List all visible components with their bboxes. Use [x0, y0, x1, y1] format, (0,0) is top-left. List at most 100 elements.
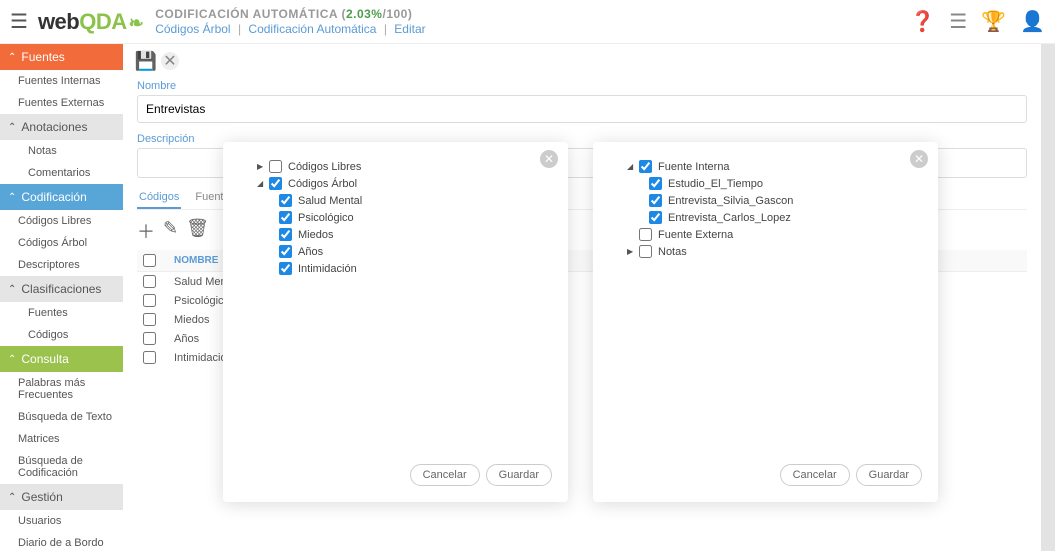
tree-checkbox[interactable] — [279, 194, 292, 207]
close-icon[interactable]: ✕ — [540, 150, 558, 168]
tree-checkbox[interactable] — [279, 262, 292, 275]
chevron-up-icon: ⌃ — [8, 284, 16, 295]
popup-footer: Cancelar Guardar — [609, 464, 922, 486]
sidebar-item-fuentes-internas[interactable]: Fuentes Internas — [0, 70, 123, 92]
tree-node-notas[interactable]: ▶Notas — [609, 243, 922, 260]
logo[interactable]: webQDA❧ — [38, 9, 143, 35]
sidebar-header-fuentes[interactable]: ⌃Fuentes — [0, 44, 123, 70]
tree-checkbox[interactable] — [279, 245, 292, 258]
sidebar-item-fuentes-externas[interactable]: Fuentes Externas — [0, 92, 123, 114]
tree-node-estudio[interactable]: Estudio_El_Tiempo — [609, 175, 922, 192]
sidebar-header-consulta[interactable]: ⌃Consulta — [0, 346, 123, 372]
save-button[interactable]: Guardar — [856, 464, 922, 486]
tree-node-salud[interactable]: Salud Mental — [239, 192, 552, 209]
chevron-up-icon: ⌃ — [8, 192, 16, 203]
sidebar-header-codificacion[interactable]: ⌃Codificación — [0, 184, 123, 210]
sidebar-header-clasificaciones[interactable]: ⌃Clasificaciones — [0, 276, 123, 302]
row-checkbox[interactable] — [143, 332, 156, 345]
popup-footer: Cancelar Guardar — [239, 464, 552, 486]
tree-checkbox[interactable] — [269, 177, 282, 190]
sidebar-header-gestion[interactable]: ⌃Gestión — [0, 484, 123, 510]
row-checkbox[interactable] — [143, 275, 156, 288]
sidebar-item-codigos-arbol[interactable]: Códigos Árbol — [0, 232, 123, 254]
tree-node-fuente-externa[interactable]: Fuente Externa — [609, 226, 922, 243]
expand-icon[interactable]: ▶ — [257, 162, 267, 171]
sidebar-item-codigos-libres[interactable]: Códigos Libres — [0, 210, 123, 232]
tree-node-psico[interactable]: Psicológico — [239, 209, 552, 226]
chevron-up-icon: ⌃ — [8, 354, 16, 365]
delete-icon[interactable]: 🗑 — [186, 218, 209, 244]
nombre-label: Nombre — [137, 80, 1027, 92]
popup-codigos: ✕ ▶Códigos Libres ◢Códigos Árbol Salud M… — [223, 142, 568, 502]
tree-node-anos[interactable]: Años — [239, 243, 552, 260]
topbar-icons: ❓ ☰ 🏆 👤 — [910, 9, 1045, 34]
hamburger-icon[interactable]: ☰ — [10, 9, 28, 34]
action-icons: 💾 ✕ — [137, 52, 1027, 70]
add-icon[interactable]: ＋ — [137, 218, 155, 244]
close-icon[interactable]: ✕ — [910, 150, 928, 168]
sidebar-item-palabras-frec[interactable]: Palabras más Frecuentes — [0, 372, 123, 406]
trophy-icon[interactable]: 🏆 — [981, 9, 1006, 34]
table-header-checkbox[interactable] — [143, 254, 156, 267]
help-icon[interactable]: ❓ — [910, 9, 935, 34]
tree-checkbox[interactable] — [649, 211, 662, 224]
tab-codigos[interactable]: Códigos — [137, 187, 181, 209]
sidebar-item-notas[interactable]: Notas — [0, 140, 123, 162]
tree-node-codigos-arbol[interactable]: ◢Códigos Árbol — [239, 175, 552, 192]
tree-node-fuente-interna[interactable]: ◢Fuente Interna — [609, 158, 922, 175]
crumb-editar[interactable]: Editar — [394, 22, 425, 36]
title-text: CODIFICACIÓN AUTOMÁTICA — [155, 7, 337, 21]
expand-icon[interactable]: ▶ — [627, 247, 637, 256]
table-header-nombre: NOMBRE — [174, 255, 218, 266]
main-content: 💾 ✕ Nombre Descripción Códigos Fuentes ＋… — [123, 44, 1041, 551]
sidebar-item-busqueda-cod[interactable]: Búsqueda de Codificación — [0, 450, 123, 484]
tree-node-carlos[interactable]: Entrevista_Carlos_Lopez — [609, 209, 922, 226]
crumb-codigos-arbol[interactable]: Códigos Árbol — [155, 22, 230, 36]
sidebar-item-busqueda-texto[interactable]: Búsqueda de Texto — [0, 406, 123, 428]
row-checkbox[interactable] — [143, 313, 156, 326]
tree-checkbox[interactable] — [279, 211, 292, 224]
list-icon[interactable]: ☰ — [949, 9, 967, 34]
collapse-icon[interactable]: ◢ — [627, 162, 637, 171]
tree-fuentes: ◢Fuente Interna Estudio_El_Tiempo Entrev… — [609, 158, 922, 456]
tree-checkbox[interactable] — [639, 245, 652, 258]
tree-node-silvia[interactable]: Entrevista_Silvia_Gascon — [609, 192, 922, 209]
progress-pct: 2.03% — [346, 7, 383, 21]
tree-checkbox[interactable] — [649, 194, 662, 207]
tree-checkbox[interactable] — [269, 160, 282, 173]
chevron-up-icon: ⌃ — [8, 122, 16, 133]
sidebar-item-matrices[interactable]: Matrices — [0, 428, 123, 450]
sidebar-item-diario[interactable]: Diario de a Bordo — [0, 532, 123, 551]
sidebar-item-descriptores[interactable]: Descriptores — [0, 254, 123, 276]
chevron-up-icon: ⌃ — [8, 492, 16, 503]
row-checkbox[interactable] — [143, 351, 156, 364]
edit-icon[interactable]: ✎ — [163, 218, 178, 244]
topbar: ☰ webQDA❧ CODIFICACIÓN AUTOMÁTICA (2.03%… — [0, 0, 1055, 44]
tree-node-miedos[interactable]: Miedos — [239, 226, 552, 243]
tree-checkbox[interactable] — [639, 160, 652, 173]
sidebar-item-comentarios[interactable]: Comentarios — [0, 162, 123, 184]
right-sidebar[interactable] — [1041, 44, 1055, 551]
crumb-codificacion[interactable]: Codificación Automática — [248, 22, 376, 36]
tree-node-codigos-libres[interactable]: ▶Códigos Libres — [239, 158, 552, 175]
sidebar-item-clas-codigos[interactable]: Códigos — [0, 324, 123, 346]
tree-node-intim[interactable]: Intimidación — [239, 260, 552, 277]
cancel-button[interactable]: Cancelar — [410, 464, 480, 486]
cancel-button[interactable]: Cancelar — [780, 464, 850, 486]
save-button[interactable]: Guardar — [486, 464, 552, 486]
tree-checkbox[interactable] — [639, 228, 652, 241]
sidebar-header-anotaciones[interactable]: ⌃Anotaciones — [0, 114, 123, 140]
tree-checkbox[interactable] — [279, 228, 292, 241]
page-title: CODIFICACIÓN AUTOMÁTICA (2.03%/100) — [155, 7, 910, 21]
tree-checkbox[interactable] — [649, 177, 662, 190]
close-icon[interactable]: ✕ — [161, 52, 179, 70]
tree-codigos: ▶Códigos Libres ◢Códigos Árbol Salud Men… — [239, 158, 552, 456]
leaf-icon: ❧ — [129, 13, 144, 33]
save-icon[interactable]: 💾 — [137, 52, 155, 70]
nombre-input[interactable] — [137, 95, 1027, 123]
collapse-icon[interactable]: ◢ — [257, 179, 267, 188]
user-icon[interactable]: 👤 — [1020, 9, 1045, 34]
sidebar-item-usuarios[interactable]: Usuarios — [0, 510, 123, 532]
sidebar-item-clas-fuentes[interactable]: Fuentes — [0, 302, 123, 324]
row-checkbox[interactable] — [143, 294, 156, 307]
